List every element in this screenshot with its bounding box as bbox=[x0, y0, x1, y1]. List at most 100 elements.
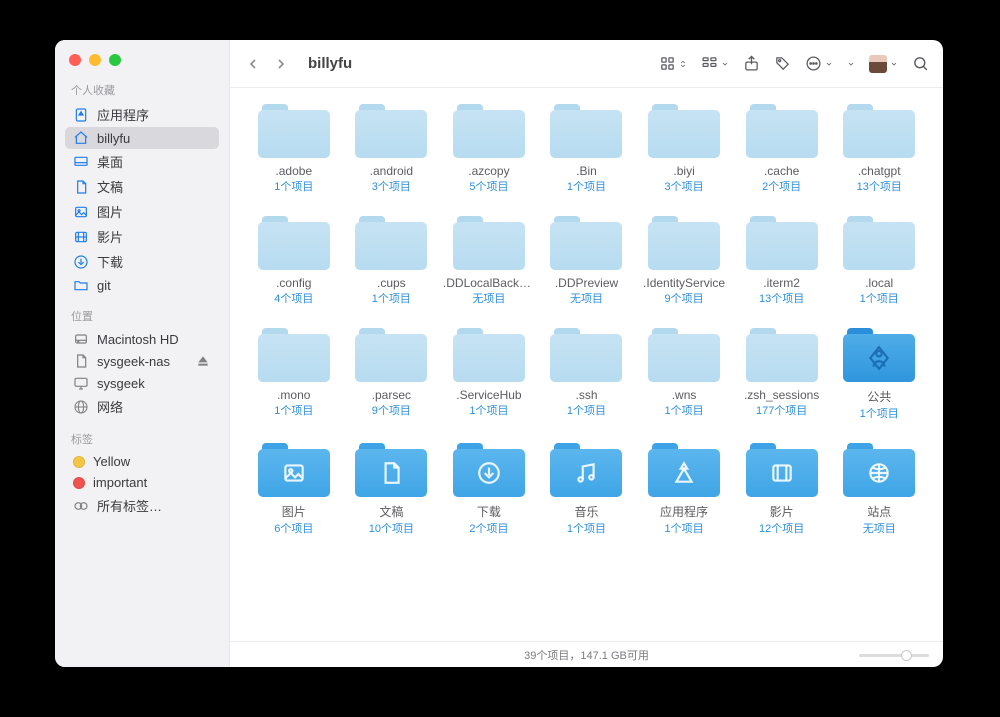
sidebar-item[interactable]: 应用程序 bbox=[65, 102, 219, 127]
file-item[interactable]: .DDLocalBackups无项目 bbox=[445, 216, 533, 306]
file-name: 文稿 bbox=[379, 503, 403, 520]
account-button[interactable] bbox=[869, 52, 898, 76]
minimize-window-button[interactable] bbox=[89, 54, 101, 66]
folder-icon bbox=[648, 443, 720, 497]
toolbar-right bbox=[659, 52, 929, 76]
file-name: .iterm2 bbox=[763, 276, 800, 290]
file-item[interactable]: .DDPreview无项目 bbox=[543, 216, 631, 306]
sidebar-item[interactable]: 文稿 bbox=[65, 174, 219, 199]
file-item-count: 1个项目 bbox=[567, 402, 606, 418]
forward-button[interactable] bbox=[268, 50, 294, 78]
file-item[interactable]: .cups1个项目 bbox=[348, 216, 436, 306]
sidebar-item[interactable]: 网络 bbox=[65, 394, 219, 419]
action-menu-button[interactable] bbox=[805, 52, 833, 76]
file-item[interactable]: .mono1个项目 bbox=[250, 328, 338, 421]
file-item[interactable]: .parsec9个项目 bbox=[348, 328, 436, 421]
file-item[interactable]: .adobe1个项目 bbox=[250, 104, 338, 194]
file-item[interactable]: 音乐1个项目 bbox=[543, 443, 631, 536]
maximize-window-button[interactable] bbox=[109, 54, 121, 66]
toolbar: billyfu bbox=[230, 40, 943, 88]
sidebar-item[interactable]: important bbox=[65, 472, 219, 493]
share-button[interactable] bbox=[743, 52, 760, 76]
sidebar-item-label: important bbox=[93, 475, 147, 490]
sidebar-item[interactable]: sysgeek-nas bbox=[65, 350, 219, 372]
view-mode-button[interactable] bbox=[659, 52, 687, 76]
group-by-button[interactable] bbox=[701, 52, 729, 76]
sidebar-item-label: 下载 bbox=[97, 252, 123, 271]
file-name: 音乐 bbox=[574, 503, 598, 520]
sidebar-section-header: 标签 bbox=[65, 429, 219, 451]
eject-icon[interactable] bbox=[195, 353, 211, 369]
file-item[interactable]: .ServiceHub1个项目 bbox=[445, 328, 533, 421]
file-item-count: 6个项目 bbox=[274, 520, 313, 536]
file-item[interactable]: .cache2个项目 bbox=[738, 104, 826, 194]
file-name: 图片 bbox=[282, 503, 306, 520]
sidebar-item[interactable]: 下载 bbox=[65, 249, 219, 274]
close-window-button[interactable] bbox=[69, 54, 81, 66]
file-name: .azcopy bbox=[468, 164, 509, 178]
file-name: .mono bbox=[277, 388, 310, 402]
dropdown-button[interactable] bbox=[847, 52, 855, 76]
sidebar-item[interactable]: sysgeek bbox=[65, 372, 219, 394]
file-grid-scroll[interactable]: .adobe1个项目.android3个项目.azcopy5个项目.Bin1个项… bbox=[230, 88, 943, 641]
sidebar-item[interactable]: billyfu bbox=[65, 127, 219, 149]
sidebar-item-label: 影片 bbox=[97, 227, 123, 246]
back-button[interactable] bbox=[240, 50, 266, 78]
sidebar-item[interactable]: 所有标签… bbox=[65, 493, 219, 518]
file-name: .biyi bbox=[673, 164, 694, 178]
sidebar-item[interactable]: Macintosh HD bbox=[65, 328, 219, 350]
tags-button[interactable] bbox=[774, 52, 791, 76]
file-item-count: 1个项目 bbox=[665, 402, 704, 418]
file-item[interactable]: .zsh_sessions177个项目 bbox=[738, 328, 826, 421]
avatar-icon bbox=[869, 55, 887, 73]
file-item[interactable]: 影片12个项目 bbox=[738, 443, 826, 536]
file-item-count: 13个项目 bbox=[857, 178, 902, 194]
sidebar-item-label: 文稿 bbox=[97, 177, 123, 196]
file-item[interactable]: .Bin1个项目 bbox=[543, 104, 631, 194]
sidebar-item[interactable]: git bbox=[65, 274, 219, 296]
folder-icon bbox=[355, 443, 427, 497]
file-item[interactable]: .chatgpt13个项目 bbox=[835, 104, 923, 194]
display-icon bbox=[73, 375, 89, 391]
search-button[interactable] bbox=[912, 52, 929, 76]
file-item-count: 1个项目 bbox=[274, 178, 313, 194]
alltags-icon bbox=[73, 498, 89, 514]
file-name: .config bbox=[276, 276, 311, 290]
file-item-count: 177个项目 bbox=[756, 402, 807, 418]
file-item[interactable]: 下载2个项目 bbox=[445, 443, 533, 536]
file-item[interactable]: .azcopy5个项目 bbox=[445, 104, 533, 194]
file-item[interactable]: .IdentityService9个项目 bbox=[640, 216, 728, 306]
file-item[interactable]: .ssh1个项目 bbox=[543, 328, 631, 421]
file-item-count: 无项目 bbox=[570, 290, 603, 306]
file-item[interactable]: 应用程序1个项目 bbox=[640, 443, 728, 536]
sidebar-item[interactable]: 桌面 bbox=[65, 149, 219, 174]
file-item[interactable]: .iterm213个项目 bbox=[738, 216, 826, 306]
doc-icon bbox=[73, 179, 89, 195]
file-name: 公共 bbox=[867, 388, 891, 405]
file-item[interactable]: 公共1个项目 bbox=[835, 328, 923, 421]
desktop-icon bbox=[73, 154, 89, 170]
folder-icon bbox=[355, 328, 427, 382]
file-item-count: 无项目 bbox=[863, 520, 896, 536]
file-item[interactable]: .config4个项目 bbox=[250, 216, 338, 306]
file-item[interactable]: .wns1个项目 bbox=[640, 328, 728, 421]
folder-icon bbox=[843, 104, 915, 158]
sidebar-item[interactable]: Yellow bbox=[65, 451, 219, 472]
file-item[interactable]: .biyi3个项目 bbox=[640, 104, 728, 194]
file-item[interactable]: 站点无项目 bbox=[835, 443, 923, 536]
folder-icon bbox=[258, 328, 330, 382]
zoom-slider[interactable] bbox=[859, 649, 929, 661]
file-name: .zsh_sessions bbox=[744, 388, 819, 402]
file-item-count: 1个项目 bbox=[274, 402, 313, 418]
sidebar-item[interactable]: 影片 bbox=[65, 224, 219, 249]
folder-icon bbox=[648, 216, 720, 270]
file-item-count: 3个项目 bbox=[372, 178, 411, 194]
sidebar-item[interactable]: 图片 bbox=[65, 199, 219, 224]
file-item[interactable]: .local1个项目 bbox=[835, 216, 923, 306]
file-item-count: 1个项目 bbox=[372, 290, 411, 306]
folder-icon bbox=[746, 216, 818, 270]
file-item[interactable]: 文稿10个项目 bbox=[348, 443, 436, 536]
sidebar-section-header: 个人收藏 bbox=[65, 80, 219, 102]
file-item[interactable]: .android3个项目 bbox=[348, 104, 436, 194]
file-item[interactable]: 图片6个项目 bbox=[250, 443, 338, 536]
